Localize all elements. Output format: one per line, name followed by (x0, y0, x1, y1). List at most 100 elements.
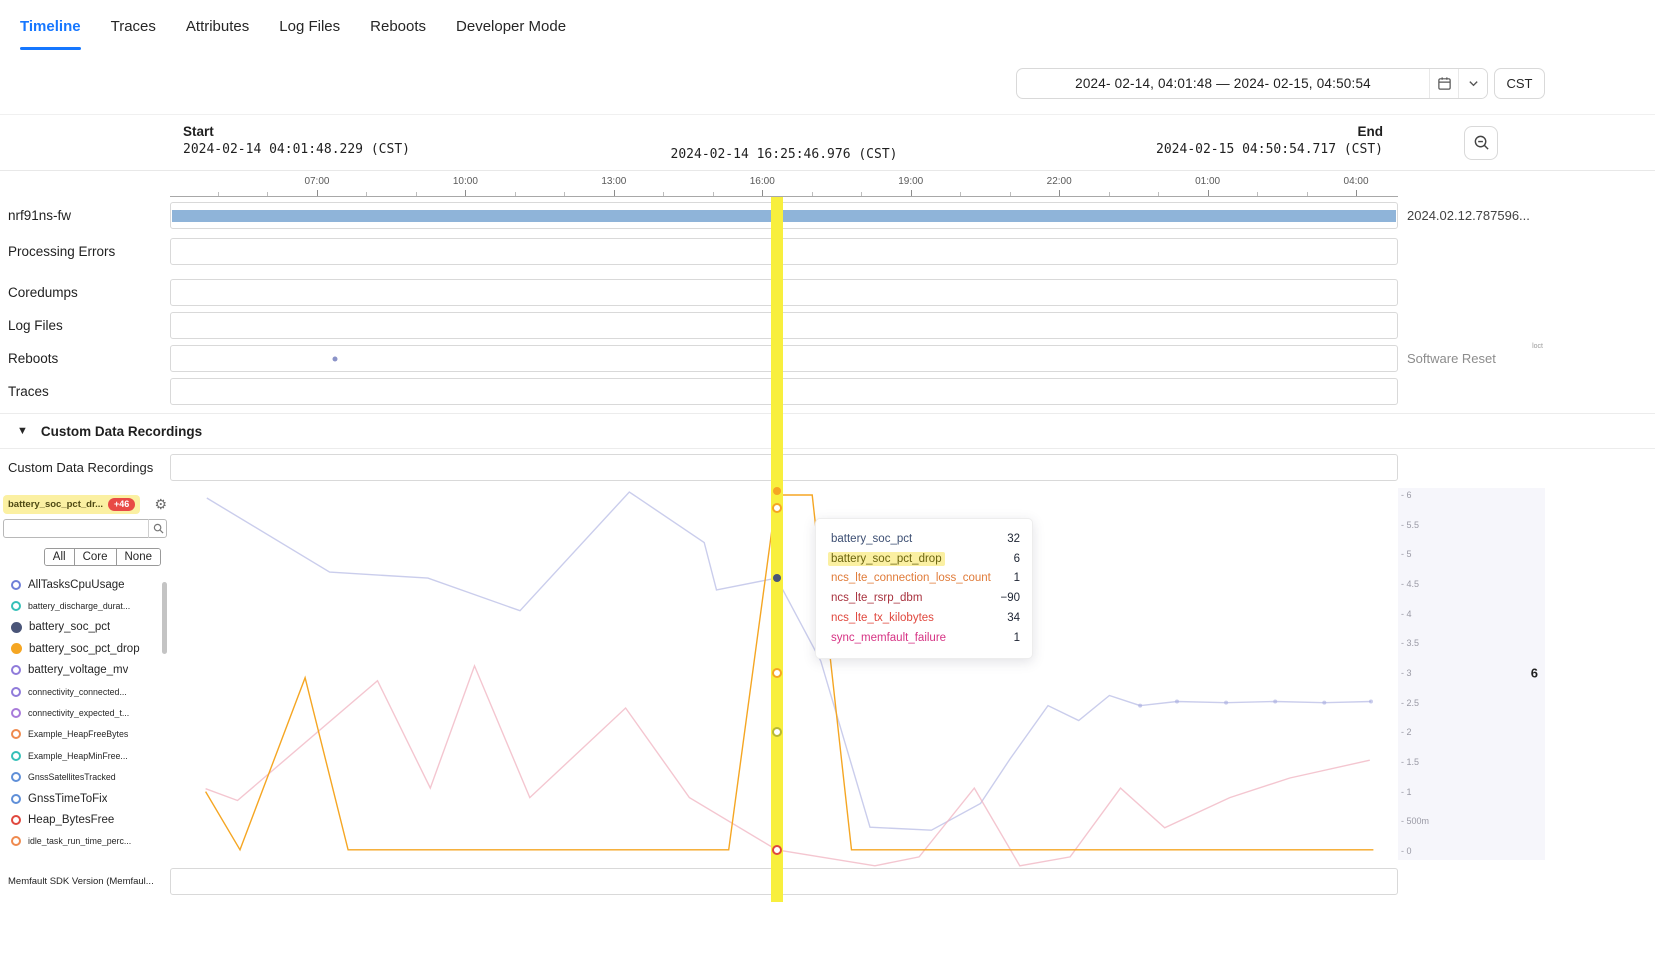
metric-label: connectivity_connected... (28, 687, 127, 697)
axis-tick-label: 10:00 (453, 176, 478, 187)
metric-item-connectivity-connected[interactable]: connectivity_connected... (0, 681, 170, 702)
metrics-chart-section: battery_soc_pct_dr... +46 ⚙ AllCoreNone … (0, 488, 1655, 860)
row-annotation (1398, 864, 1655, 898)
metric-item-gnsstimetofix[interactable]: GnssTimeToFix (0, 788, 170, 809)
timeline-row-reboots: RebootsSoftware Resetloct (0, 342, 1655, 375)
start-label: Start (183, 124, 410, 139)
tooltip-metric-value: −90 (1000, 592, 1020, 604)
metric-item-battery-discharge-durat[interactable]: battery_discharge_durat... (0, 595, 170, 616)
tab-timeline[interactable]: Timeline (20, 0, 81, 52)
tooltip-metric-name: sync_memfault_failure (828, 631, 949, 645)
tab-developer-mode[interactable]: Developer Mode (456, 0, 566, 52)
axis-tick-major (911, 190, 912, 196)
y-axis-tick-label: - 1 (1401, 787, 1412, 797)
metric-item-alltaskscpuusage[interactable]: AllTasksCpuUsage (0, 574, 170, 595)
timeline-row-memfault-sdk-version: Memfault SDK Version (Memfaul... (0, 864, 1655, 898)
start-time-block: Start 2024-02-14 04:01:48.229 (CST) (183, 124, 410, 157)
row-track-wrap (170, 345, 1398, 372)
metric-label: GnssSatellitesTracked (28, 772, 116, 782)
log-files-track[interactable] (170, 312, 1398, 339)
axis-tick-label: 16:00 (750, 176, 775, 187)
row-annotation: Software Resetloct (1398, 342, 1655, 375)
tab-reboots[interactable]: Reboots (370, 0, 426, 52)
section-title: Custom Data Recordings (41, 424, 202, 439)
tooltip-row: ncs_lte_rsrp_dbm −90 (828, 588, 1020, 608)
section-custom-data-recordings[interactable]: ▼ Custom Data Recordings (0, 413, 1655, 449)
series-point (1369, 699, 1373, 703)
y-axis-tick-label: - 4.5 (1401, 579, 1419, 589)
metric-item-connectivity-expected-t[interactable]: connectivity_expected_t... (0, 702, 170, 723)
reboot-event-marker[interactable] (333, 356, 338, 361)
metric-list-scrollbar[interactable] (162, 582, 167, 654)
metric-item-example-heapfreebytes[interactable]: Example_HeapFreeBytes (0, 724, 170, 745)
reboots-track[interactable] (170, 345, 1398, 372)
filter-all-button[interactable]: All (45, 549, 74, 565)
row-label: nrf91ns-fw (0, 208, 170, 223)
tooltip-metric-value: 1 (1014, 572, 1020, 584)
filter-none-button[interactable]: None (116, 549, 161, 565)
cursor-time: 2024-02-14 16:25:46.976 (CST) (671, 147, 898, 162)
metric-color-dot (11, 643, 22, 654)
metric-item-heap-bytesfree[interactable]: Heap_BytesFree (0, 809, 170, 830)
cursor-marker (772, 845, 782, 855)
metric-search-input[interactable] (3, 519, 167, 538)
filter-core-button[interactable]: Core (74, 549, 116, 565)
chart-plot-area[interactable]: battery_soc_pct32battery_soc_pct_drop6nc… (170, 488, 1398, 860)
tab-attributes[interactable]: Attributes (186, 0, 249, 52)
tab-traces[interactable]: Traces (111, 0, 156, 52)
calendar-button[interactable] (1429, 69, 1458, 98)
metric-item-gnsssatellitestracked[interactable]: GnssSatellitesTracked (0, 767, 170, 788)
daterange-picker: 2024- 02-14, 04:01:48 — 2024- 02-15, 04:… (1016, 68, 1488, 99)
cursor-marker (772, 727, 782, 737)
axis-tick-minor (713, 192, 714, 196)
row-label: Coredumps (0, 285, 170, 300)
row-track-wrap (170, 378, 1398, 405)
metric-color-dot (11, 729, 21, 739)
axis-tick-label: 07:00 (304, 176, 329, 187)
axis-tick-minor (861, 192, 862, 196)
timezone-button[interactable]: CST (1494, 68, 1545, 99)
zoom-out-button[interactable] (1464, 126, 1498, 160)
axis-tick-label: 04:00 (1344, 176, 1369, 187)
row-label: Processing Errors (0, 244, 170, 259)
metric-item-battery-soc-pct-drop[interactable]: battery_soc_pct_drop (0, 638, 170, 659)
metric-list: AllTasksCpuUsagebattery_discharge_durat.… (0, 574, 170, 852)
metric-item-battery-soc-pct[interactable]: battery_soc_pct (0, 617, 170, 638)
time-axis-track: 07:0010:0013:0016:0019:0022:0001:0004:00 (170, 171, 1398, 197)
gear-icon[interactable]: ⚙ (154, 496, 167, 513)
daterange-presets-button[interactable] (1458, 69, 1487, 98)
tooltip-metric-name: ncs_lte_tx_kilobytes (828, 611, 937, 625)
selected-metric-chip[interactable]: battery_soc_pct_dr... +46 (3, 495, 140, 514)
series-point (1322, 701, 1326, 705)
timeline-row-nrf91ns-fw: nrf91ns-fw2024.02.12.787596... (0, 197, 1655, 233)
coredumps-track[interactable] (170, 279, 1398, 306)
metric-color-dot (11, 708, 21, 718)
search-icon[interactable] (148, 519, 167, 538)
metric-item-idle-task-run-time-perc[interactable]: idle_task_run_time_perc... (0, 831, 170, 852)
tooltip-metric-name: ncs_lte_rsrp_dbm (828, 591, 925, 605)
row-annotation (1398, 276, 1655, 309)
annotation-text: Software Reset (1407, 351, 1496, 366)
tab-log-files[interactable]: Log Files (279, 0, 340, 52)
timeline-rows: nrf91ns-fw2024.02.12.787596... Processing… (0, 197, 1655, 408)
metric-color-dot (11, 815, 21, 825)
custom-data-recordings-track[interactable] (170, 454, 1398, 481)
metric-item-battery-voltage-mv[interactable]: battery_voltage_mv (0, 660, 170, 681)
processing-errors-track[interactable] (170, 238, 1398, 265)
metric-item-example-heapminfree[interactable]: Example_HeapMinFree... (0, 745, 170, 766)
axis-tick-minor (1307, 192, 1308, 196)
traces-track[interactable] (170, 378, 1398, 405)
sdk-version-track[interactable] (170, 868, 1398, 895)
timeline-cursor[interactable] (771, 197, 783, 902)
daterange-value[interactable]: 2024- 02-14, 04:01:48 — 2024- 02-15, 04:… (1017, 69, 1429, 98)
metric-label: battery_soc_pct_drop (29, 643, 140, 655)
device-timeline-page: Timeline Traces Attributes Log Files Reboots… (0, 0, 1655, 954)
metric-color-dot (11, 580, 21, 590)
firmware-version-bar (172, 210, 1396, 222)
right-margin (1545, 488, 1655, 860)
cursor-marker (772, 668, 782, 678)
axis-tick-minor (218, 192, 219, 196)
axis-tick-major (1208, 190, 1209, 196)
nrf91ns-fw-track[interactable] (170, 202, 1398, 229)
axis-tick-major (1356, 190, 1357, 196)
